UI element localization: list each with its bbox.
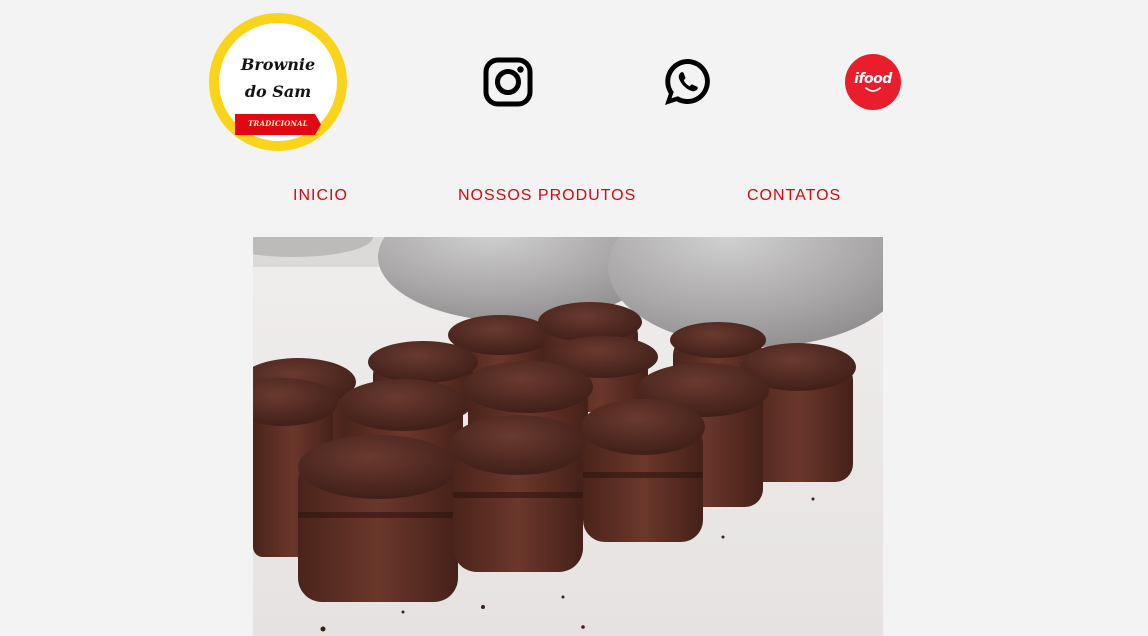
logo-ribbon-text: TRADICIONAL: [248, 119, 308, 128]
logo-line-1: Brownie: [240, 55, 316, 74]
brand-logo[interactable]: Brownie do Sam TRADICIONAL: [209, 13, 347, 151]
logo-ribbon: TRADICIONAL: [235, 114, 321, 135]
whatsapp-icon: [665, 58, 710, 105]
page: Brownie do Sam TRADICIONAL ifood INICIO …: [0, 0, 1148, 636]
nav-contatos[interactable]: CONTATOS: [747, 187, 841, 205]
whatsapp-link[interactable]: [662, 56, 714, 108]
instagram-icon: [483, 57, 533, 107]
instagram-link[interactable]: [483, 57, 533, 107]
ifood-smile-icon: [865, 87, 881, 92]
nav-nossos-produtos[interactable]: NOSSOS PRODUTOS: [458, 187, 636, 205]
logo-wordmark: Brownie do Sam: [209, 51, 347, 105]
hero-image: [253, 237, 883, 636]
brownie-photo: [253, 237, 883, 636]
ifood-icon: ifood: [854, 71, 892, 87]
nav-inicio[interactable]: INICIO: [293, 187, 348, 205]
logo-line-2: do Sam: [244, 82, 312, 101]
ifood-link[interactable]: ifood: [845, 54, 901, 110]
